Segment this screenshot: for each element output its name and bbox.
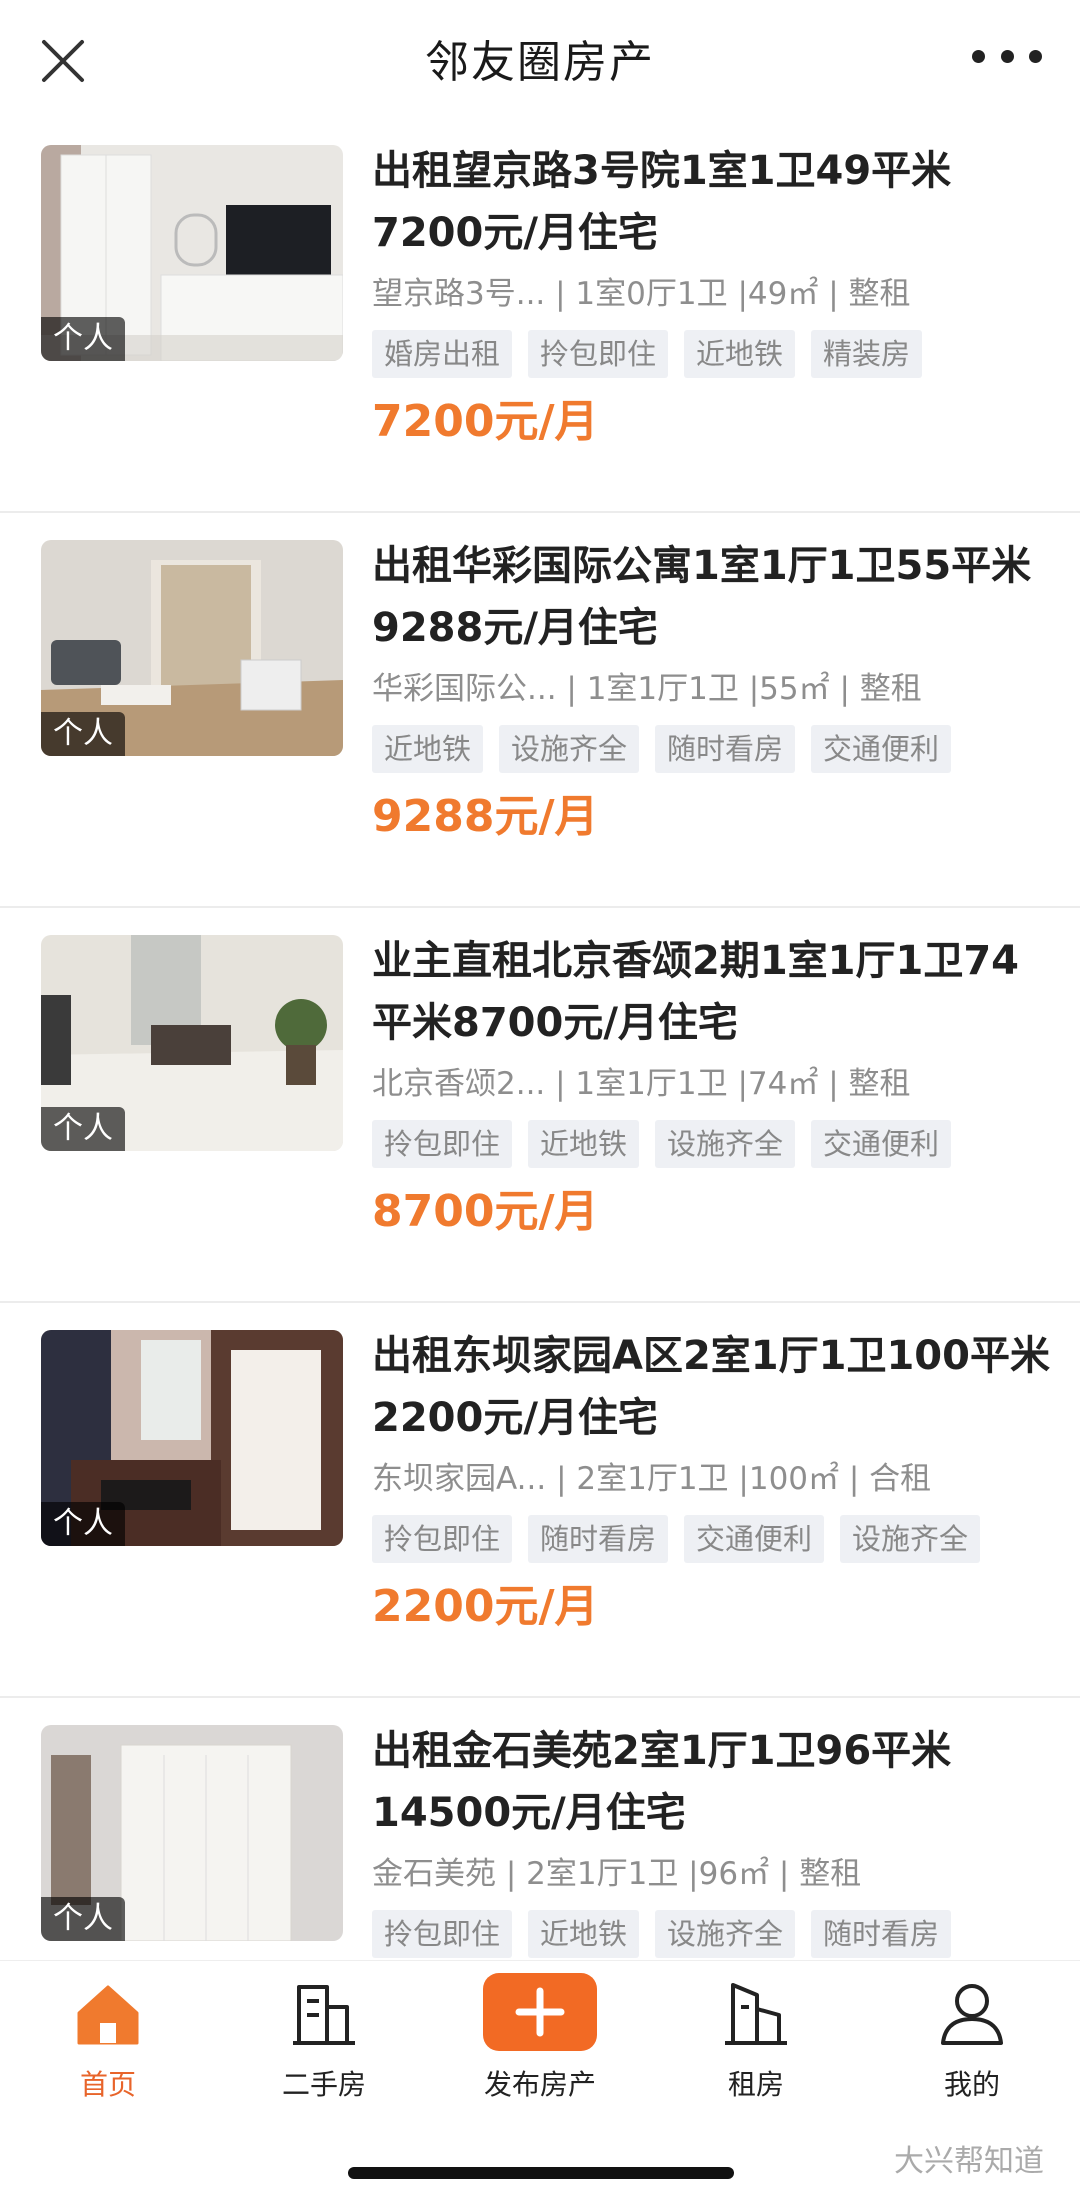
tag: 交通便利 [811,1120,952,1168]
tab-home[interactable]: 首页 [0,1961,216,2111]
listing-item[interactable]: 个人 业主直租北京香颂2期1室1厅1卫74平米8700元/月住宅 北京香颂2..… [0,908,1080,1303]
tag: 设施齐全 [840,1515,981,1563]
top-bar: 邻友圈房产 [0,0,1080,118]
tab-second-hand[interactable]: 二手房 [216,1961,432,2111]
tag: 设施齐全 [499,725,640,773]
listing-title[interactable]: 出租东坝家园A区2室1厅1卫100平米2200元/月住宅 [372,1325,1052,1449]
owner-badge: 个人 [41,1107,125,1151]
tag: 随时看房 [655,725,796,773]
tab-label: 二手房 [281,2068,366,2101]
listing-meta: 东坝家园A... | 2室1厅1卫 |100㎡ | 合租 [372,1461,932,1497]
building-icon [293,1985,355,2045]
tag: 拎包即住 [372,1120,513,1168]
owner-badge: 个人 [41,317,125,361]
tab-label: 租房 [727,2068,784,2101]
listing-title[interactable]: 业主直租北京香颂2期1室1厅1卫74平米8700元/月住宅 [372,930,1052,1054]
listing-photo[interactable]: 个人 [41,1330,343,1546]
tag-list: 近地铁 设施齐全 随时看房 交通便利 [372,725,1052,773]
tag: 交通便利 [811,725,952,773]
tab-rent[interactable]: 租房 [648,1961,864,2111]
listing-meta: 金石美苑 | 2室1厅1卫 |96㎡ | 整租 [372,1856,862,1892]
home-indicator[interactable] [348,2167,734,2179]
tag: 拎包即住 [528,330,669,378]
listing-photo[interactable]: 个人 [41,145,343,361]
listing-photo[interactable]: 个人 [41,540,343,756]
tag: 近地铁 [372,725,484,773]
tab-label: 首页 [79,2068,136,2101]
tag: 婚房出租 [372,330,513,378]
listing-meta: 北京香颂2... | 1室1厅1卫 |74㎡ | 整租 [372,1066,911,1102]
listing-meta: 华彩国际公... | 1室1厅1卫 |55㎡ | 整租 [372,671,922,707]
listing-title[interactable]: 出租金石美苑2室1厅1卫96平米14500元/月住宅 [372,1720,1052,1844]
listing-price: 7200元/月 [372,396,599,447]
owner-badge: 个人 [41,712,125,756]
listing-price: 8700元/月 [372,1186,599,1237]
listing-price: 9288元/月 [372,791,599,842]
watermark: 大兴帮知道 [894,2144,1044,2179]
listing-photo[interactable]: 个人 [41,1725,343,1941]
listing-list: 个人 出租望京路3号院1室1卫49平米7200元/月住宅 望京路3号... | … [0,118,1080,2093]
listing-item[interactable]: 个人 出租东坝家园A区2室1厅1卫100平米2200元/月住宅 东坝家园A...… [0,1303,1080,1698]
tag-list: 拎包即住 随时看房 交通便利 设施齐全 [372,1515,1052,1563]
tab-label: 我的 [943,2068,1000,2101]
listing-item[interactable]: 个人 出租望京路3号院1室1卫49平米7200元/月住宅 望京路3号... | … [0,118,1080,513]
tag: 拎包即住 [372,1515,513,1563]
tag: 近地铁 [684,330,796,378]
tower-icon [725,1983,787,2045]
home-icon [77,1985,139,2045]
listing-title[interactable]: 出租华彩国际公寓1室1厅1卫55平米9288元/月住宅 [372,535,1052,659]
tag: 随时看房 [528,1515,669,1563]
listing-price: 2200元/月 [372,1581,599,1632]
listing-title[interactable]: 出租望京路3号院1室1卫49平米7200元/月住宅 [372,140,1052,264]
plus-icon [483,1973,597,2051]
tag: 设施齐全 [655,1910,796,1958]
tag-list: 拎包即住 近地铁 设施齐全 随时看房 [372,1910,1052,1958]
tag: 精装房 [811,330,923,378]
tag: 近地铁 [528,1910,640,1958]
tab-post-property[interactable]: 发布房产 [432,1961,648,2111]
tag: 随时看房 [811,1910,952,1958]
tag-list: 拎包即住 近地铁 设施齐全 交通便利 [372,1120,1052,1168]
listing-meta: 望京路3号... | 1室0厅1卫 |49㎡ | 整租 [372,276,911,312]
page-title: 邻友圈房产 [425,37,655,88]
listing-item[interactable]: 个人 出租华彩国际公寓1室1厅1卫55平米9288元/月住宅 华彩国际公... … [0,513,1080,908]
user-icon [941,1984,1003,2045]
more-options-icon[interactable] [972,44,1042,68]
owner-badge: 个人 [41,1502,125,1546]
owner-badge: 个人 [41,1897,125,1941]
tab-me[interactable]: 我的 [864,1961,1080,2111]
bottom-tab-bar: 首页 二手房 发布房产 租房 我的 [0,1960,1080,2111]
tag: 交通便利 [684,1515,825,1563]
tag: 设施齐全 [655,1120,796,1168]
tag: 近地铁 [528,1120,640,1168]
tag-list: 婚房出租 拎包即住 近地铁 精装房 [372,330,1052,378]
listing-photo[interactable]: 个人 [41,935,343,1151]
tab-label: 发布房产 [483,2068,596,2101]
tag: 拎包即住 [372,1910,513,1958]
